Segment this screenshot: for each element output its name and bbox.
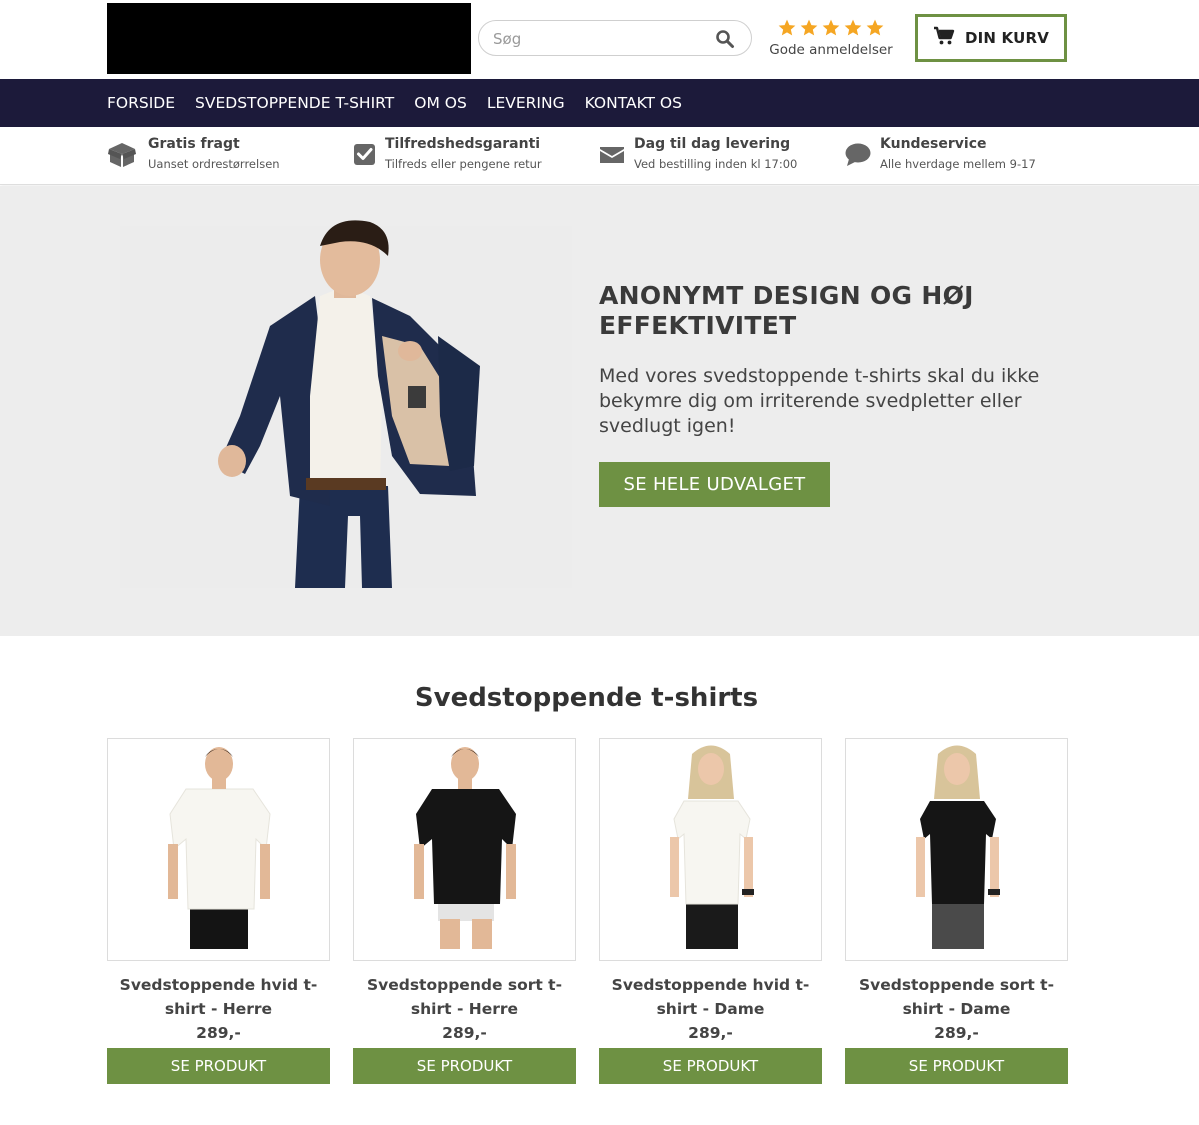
nav-item-om-os[interactable]: OM OS <box>414 94 467 112</box>
hero-text: Med vores svedstoppende t-shirts skal du… <box>599 365 1040 437</box>
site-header: Gode anmeldelser DIN KURV <box>0 0 1199 79</box>
product-price: 289,- <box>196 1024 241 1042</box>
product-image[interactable] <box>599 738 822 961</box>
nav-item-levering[interactable]: LEVERING <box>487 94 565 112</box>
product-price: 289,- <box>442 1024 487 1042</box>
hero-image <box>120 216 572 588</box>
see-product-button[interactable]: SE PRODUKT <box>599 1048 822 1084</box>
hero-title: ANONYMT DESIGN OG HØJ EFFEKTIVITET <box>599 281 974 340</box>
usp-title: Tilfredshedsgaranti <box>385 136 541 152</box>
product-card: Svedstoppende hvid t-shirt - Dame 289,- … <box>599 738 822 1084</box>
envelope-icon <box>599 141 629 169</box>
usp-subtitle: Ved bestilling inden kl 17:00 <box>634 157 798 171</box>
usp-title: Gratis fragt <box>148 136 240 152</box>
star-icon <box>778 19 796 36</box>
cart-label: DIN KURV <box>964 29 1050 47</box>
product-name[interactable]: Svedstoppende sort t-shirt - Dame <box>845 973 1068 1021</box>
rating-stars <box>768 18 894 38</box>
product-image[interactable] <box>845 738 1068 961</box>
product-price: 289,- <box>934 1024 979 1042</box>
product-card: Svedstoppende hvid t-shirt - Herre 289,-… <box>107 738 330 1084</box>
rating-label: Gode anmeldelser <box>769 42 893 58</box>
section-title: Svedstoppende t-shirts <box>414 683 759 713</box>
product-name[interactable]: Svedstoppende hvid t-shirt - Herre <box>107 973 330 1021</box>
nav-item-svedstoppende-t-shirt[interactable]: SVEDSTOPPENDE T-SHIRT <box>195 94 394 112</box>
star-icon <box>800 19 818 36</box>
usp-subtitle: Alle hverdage mellem 9-17 <box>880 157 1036 171</box>
search-input[interactable] <box>493 28 703 50</box>
usp-subtitle: Uanset ordrestørrelsen <box>148 157 280 171</box>
search-icon[interactable] <box>715 29 735 49</box>
see-product-button[interactable]: SE PRODUKT <box>107 1048 330 1084</box>
see-product-button[interactable]: SE PRODUKT <box>845 1048 1068 1084</box>
hero-banner: ANONYMT DESIGN OG HØJ EFFEKTIVITET Med v… <box>0 186 1199 636</box>
chat-bubble-icon <box>845 141 875 169</box>
cart-button[interactable]: DIN KURV <box>915 14 1067 62</box>
star-icon <box>822 19 840 36</box>
search-bar <box>478 20 752 56</box>
product-card: Svedstoppende sort t-shirt - Dame 289,- … <box>845 738 1068 1084</box>
see-all-button[interactable]: SE HELE UDVALGET <box>599 462 830 507</box>
product-image[interactable] <box>107 738 330 961</box>
see-product-button[interactable]: SE PRODUKT <box>353 1048 576 1084</box>
product-name[interactable]: Svedstoppende sort t-shirt - Herre <box>353 973 576 1021</box>
usp-subtitle: Tilfreds eller pengene retur <box>385 157 542 171</box>
product-name[interactable]: Svedstoppende hvid t-shirt - Dame <box>599 973 822 1021</box>
usp-title: Dag til dag levering <box>634 136 791 152</box>
logo[interactable] <box>107 3 471 74</box>
product-image[interactable] <box>353 738 576 961</box>
product-card: Svedstoppende sort t-shirt - Herre 289,-… <box>353 738 576 1084</box>
main-nav: FORSIDE SVEDSTOPPENDE T-SHIRT OM OS LEVE… <box>0 79 1199 127</box>
star-icon <box>866 19 884 36</box>
box-icon <box>107 141 137 169</box>
checkbox-icon <box>353 141 383 169</box>
product-price: 289,- <box>688 1024 733 1042</box>
star-icon <box>844 19 862 36</box>
usp-bar: Gratis fragt Uanset ordrestørrelsen Tilf… <box>0 127 1199 185</box>
nav-item-kontakt-os[interactable]: KONTAKT OS <box>585 94 682 112</box>
nav-item-forside[interactable]: FORSIDE <box>107 94 175 112</box>
rating-widget[interactable]: Gode anmeldelser <box>768 18 894 58</box>
cart-icon <box>933 26 955 50</box>
usp-title: Kundeservice <box>880 136 987 152</box>
